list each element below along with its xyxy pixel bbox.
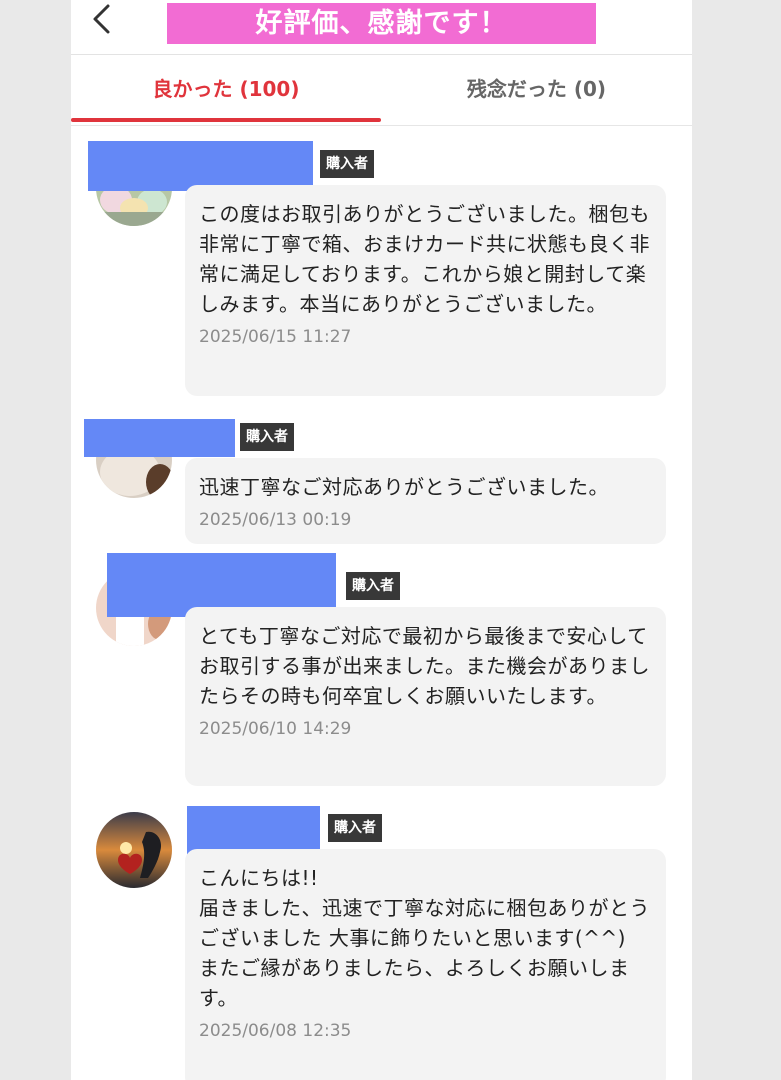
review-bubble: 迅速丁寧なご対応ありがとうございました。 2025/06/13 00:19 — [185, 458, 666, 544]
tab-bad[interactable]: 残念だった (0) — [381, 55, 692, 121]
review-comment: 迅速丁寧なご対応ありがとうございました。 — [199, 475, 609, 499]
reviewer-name-mask[interactable] — [84, 419, 235, 457]
buyer-badge: 購入者 — [240, 423, 294, 451]
rating-tabs: 良かった (100) 残念だった (0) — [71, 55, 692, 126]
review-comment: とても丁寧なご対応で最初から最後まで安心してお取引する事が出来ました。また機会が… — [199, 624, 650, 708]
review-date: 2025/06/15 11:27 — [199, 327, 352, 347]
chevron-left-icon — [93, 4, 110, 34]
review-bubble: この度はお取引ありがとうございました。梱包も非常に丁寧で箱、おまけカード共に状態… — [185, 185, 666, 396]
review-date: 2025/06/10 14:29 — [199, 719, 352, 739]
back-button[interactable] — [81, 0, 121, 40]
evaluation-screen: 好評価、感謝です！ 良かった (100) 残念だった (0) 購入者 この度はお… — [71, 0, 692, 1080]
buyer-badge: 購入者 — [346, 572, 400, 600]
reviewer-name-mask[interactable] — [88, 141, 313, 191]
review-comment: こんにちは!! 届きました、迅速で丁寧な対応に梱包ありがとうございました 大事に… — [199, 866, 650, 1010]
review-date: 2025/06/08 12:35 — [199, 1021, 352, 1041]
review-comment: この度はお取引ありがとうございました。梱包も非常に丁寧で箱、おまけカード共に状態… — [199, 202, 650, 316]
active-tab-indicator — [71, 118, 381, 122]
review-date: 2025/06/13 00:19 — [199, 510, 352, 530]
header: 好評価、感謝です！ — [71, 0, 692, 55]
tab-good[interactable]: 良かった (100) — [71, 55, 381, 121]
page-title: 好評価、感謝です！ — [167, 3, 596, 44]
review-bubble: とても丁寧なご対応で最初から最後まで安心してお取引する事が出来ました。また機会が… — [185, 607, 666, 786]
review-bubble: こんにちは!! 届きました、迅速で丁寧な対応に梱包ありがとうございました 大事に… — [185, 849, 666, 1080]
buyer-badge: 購入者 — [320, 150, 374, 178]
buyer-badge: 購入者 — [328, 814, 382, 842]
reviewer-avatar[interactable] — [96, 812, 172, 888]
